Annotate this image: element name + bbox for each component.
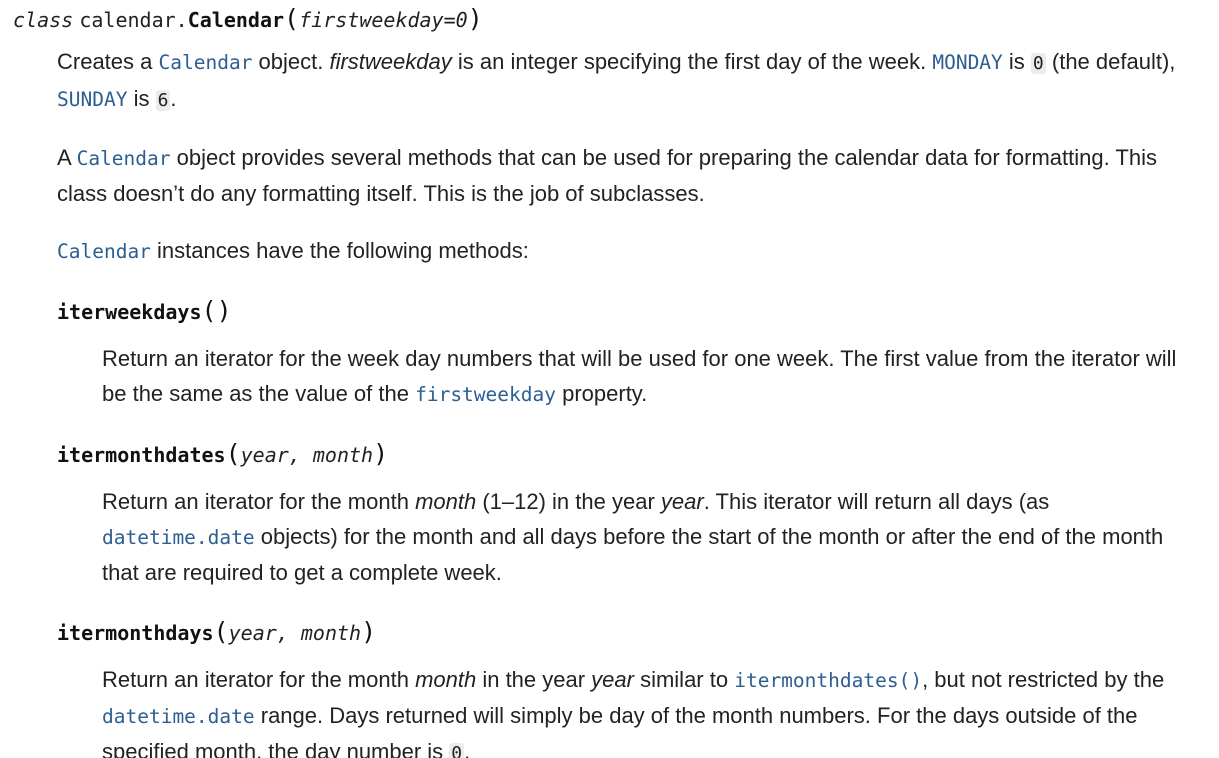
month-param: month — [415, 667, 477, 692]
year-param: year — [660, 489, 704, 514]
method-name: itermonthdates — [57, 443, 226, 467]
datetime-date-link[interactable]: datetime.date — [102, 705, 255, 728]
text: A — [57, 145, 77, 170]
text: . — [170, 86, 177, 111]
text: object. — [252, 49, 330, 74]
method-description-itermonthdates: Return an iterator for the month month (… — [102, 484, 1199, 590]
text: range. Days returned will simply be day … — [102, 703, 1138, 758]
calendar-link[interactable]: Calendar — [159, 51, 253, 74]
method-signature-iterweekdays: iterweekdays() — [57, 294, 1219, 329]
text: is — [127, 86, 156, 111]
text: is — [1002, 49, 1031, 74]
firstweekday-link[interactable]: firstweekday — [415, 383, 556, 406]
text: . This iterator will return all days (as — [703, 489, 1050, 514]
itermonthdates-link[interactable]: itermonthdates() — [734, 669, 922, 692]
literal-zero: 0 — [449, 743, 465, 758]
text: objects) for the month and all days befo… — [102, 524, 1164, 585]
year-param: year — [591, 667, 634, 692]
method-name: itermonthdays — [57, 621, 214, 645]
calendar-link[interactable]: Calendar — [77, 147, 171, 170]
text: object provides several methods that can… — [57, 145, 1157, 206]
method-params: year, month — [228, 621, 362, 645]
class-description: Creates a Calendar object. firstweekday … — [57, 44, 1213, 269]
text: Return an iterator for the month — [102, 667, 416, 692]
method-params: year, month — [240, 443, 374, 467]
method-signature-itermonthdates: itermonthdates(year, month) — [57, 437, 1219, 472]
sunday-link[interactable]: SUNDAY — [57, 88, 127, 111]
method-name: iterweekdays — [57, 300, 202, 324]
monday-link[interactable]: MONDAY — [932, 51, 1002, 74]
open-paren: ( — [225, 439, 241, 468]
text: instances have the following methods: — [150, 238, 529, 263]
class-desc-paragraph-1: Creates a Calendar object. firstweekday … — [57, 44, 1213, 118]
literal-zero: 0 — [1030, 53, 1046, 74]
method-description-iterweekdays: Return an iterator for the week day numb… — [102, 341, 1199, 412]
close-paren: ) — [216, 296, 232, 325]
class-keyword: class — [13, 8, 74, 32]
literal-six: 6 — [155, 90, 171, 111]
datetime-date-link[interactable]: datetime.date — [102, 526, 255, 549]
class-param: firstweekday=0 — [299, 8, 468, 32]
firstweekday-param: firstweekday — [329, 49, 452, 74]
text: . — [464, 739, 471, 758]
open-paren: ( — [201, 296, 217, 325]
class-module-prefix: calendar. — [79, 8, 188, 32]
calendar-link[interactable]: Calendar — [57, 240, 151, 263]
open-paren: ( — [213, 617, 229, 646]
doc-page: class calendar.Calendar(firstweekday=0) … — [0, 0, 1219, 758]
month-param: month — [415, 489, 477, 514]
text: Return an iterator for the month — [102, 489, 416, 514]
method-desc-paragraph: Return an iterator for the month month i… — [102, 662, 1199, 758]
method-signature-itermonthdays: itermonthdays(year, month) — [57, 615, 1219, 650]
class-desc-paragraph-2: A Calendar object provides several metho… — [57, 140, 1213, 211]
text: property. — [555, 381, 648, 406]
class-open-paren: ( — [284, 4, 300, 33]
text: is an integer specifying the first day o… — [451, 49, 933, 74]
method-description-itermonthdays: Return an iterator for the month month i… — [102, 662, 1199, 758]
close-paren: ) — [373, 439, 389, 468]
text: (the default), — [1045, 49, 1176, 74]
method-desc-paragraph: Return an iterator for the week day numb… — [102, 341, 1199, 412]
class-name: Calendar — [187, 8, 285, 32]
class-close-paren: ) — [467, 4, 483, 33]
text: in the year — [476, 667, 592, 692]
text: Creates a — [57, 49, 159, 74]
method-desc-paragraph: Return an iterator for the month month (… — [102, 484, 1199, 590]
text: (1–12) in the year — [476, 489, 661, 514]
text: , but not restricted by the — [922, 667, 1165, 692]
text: similar to — [633, 667, 735, 692]
class-desc-paragraph-3: Calendar instances have the following me… — [57, 233, 1213, 269]
class-signature: class calendar.Calendar(firstweekday=0) — [13, 2, 1219, 37]
close-paren: ) — [361, 617, 377, 646]
